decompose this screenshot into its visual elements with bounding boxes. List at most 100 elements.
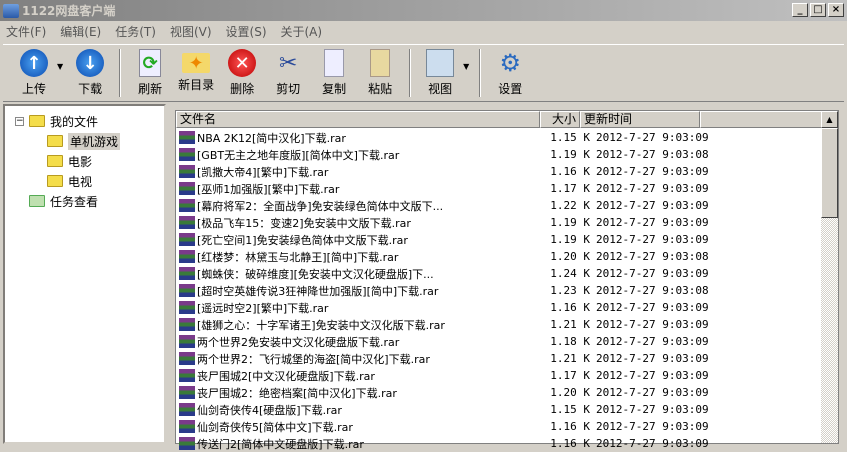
view-label: 视图 bbox=[428, 82, 453, 96]
new-folder-button[interactable]: ✦ 新目录 bbox=[175, 53, 217, 93]
file-row[interactable]: [红楼梦：林黛玉与北静王][简中]下载.rar 1.20 K 2012-7-27 9… bbox=[176, 248, 716, 265]
menu-file[interactable]: 文件(F) bbox=[6, 23, 46, 40]
file-size: 1.15 K bbox=[550, 131, 590, 144]
file-row[interactable]: [GBT无主之地年度版][简体中文]下载.rar 1.19 K 2012-7-27 … bbox=[176, 146, 716, 163]
file-size: 1.20 K bbox=[550, 386, 590, 399]
scroll-thumb[interactable] bbox=[821, 128, 838, 218]
file-time: 2012-7-27 9:03:09 bbox=[596, 165, 709, 178]
menu-view[interactable]: 视图(V) bbox=[170, 23, 212, 40]
download-button[interactable]: ↓ 下载 bbox=[69, 49, 111, 97]
file-name: [红楼梦：林黛玉与北静王][简中]下载.rar bbox=[197, 250, 399, 264]
file-row[interactable]: 仙剑奇侠传4[硬盘版]下载.rar 1.15 K 2012-7-27 9:03:09 bbox=[176, 401, 716, 418]
file-time: 2012-7-27 9:03:09 bbox=[596, 267, 709, 280]
tree-label: 单机游戏 bbox=[68, 132, 121, 150]
view-dropdown-icon[interactable]: ▼ bbox=[463, 62, 469, 71]
column-header-name[interactable]: 文件名 bbox=[176, 111, 540, 128]
menu-settings[interactable]: 设置(S) bbox=[226, 23, 267, 40]
file-size: 1.16 K bbox=[550, 301, 590, 314]
collapse-toggle[interactable]: − bbox=[15, 117, 24, 126]
rar-archive-icon bbox=[179, 403, 195, 416]
paste-button[interactable]: 粘贴 bbox=[359, 49, 401, 97]
folder-icon bbox=[47, 155, 63, 167]
file-time: 2012-7-27 9:03:09 bbox=[596, 318, 709, 331]
cut-button[interactable]: ✂ 剪切 bbox=[267, 49, 309, 97]
copy-button[interactable]: 复制 bbox=[313, 49, 355, 97]
file-time: 2012-7-27 9:03:09 bbox=[596, 131, 709, 144]
file-name: [极品飞车15：变速2]免安装中文版下载.rar bbox=[197, 216, 411, 230]
upload-button[interactable]: ↑ 上传 bbox=[13, 49, 55, 97]
file-row[interactable]: [蜘蛛侠：破碎维度][免安装中文汉化硬盘版]下... 1.24 K 2012-7-2… bbox=[176, 265, 716, 282]
tree-label: 电影 bbox=[68, 154, 93, 169]
tree-item-single-player-games[interactable]: 单机游戏 bbox=[47, 131, 121, 151]
file-size: 1.24 K bbox=[550, 267, 590, 280]
menu-edit[interactable]: 编辑(E) bbox=[60, 23, 101, 40]
file-row[interactable]: 两个世界2免安装中文汉化硬盘版下载.rar 1.18 K 2012-7-27 9:0… bbox=[176, 333, 716, 350]
file-row[interactable]: [极品飞车15：变速2]免安装中文版下载.rar 1.19 K 2012-7-27 … bbox=[176, 214, 716, 231]
menu-about[interactable]: 关于(A) bbox=[281, 23, 323, 40]
tree-item-movies[interactable]: 电影 bbox=[47, 151, 92, 171]
settings-button[interactable]: ⚙ 设置 bbox=[489, 49, 531, 97]
file-row[interactable]: 仙剑奇侠传5[简体中文]下载.rar 1.16 K 2012-7-27 9:03:0… bbox=[176, 418, 716, 435]
list-header: 文件名 大小 更新时间 bbox=[176, 111, 822, 128]
file-row[interactable]: [幕府将军2：全面战争]免安装绿色简体中文版下... 1.22 K 2012-7-2… bbox=[176, 197, 716, 214]
refresh-label: 刷新 bbox=[138, 82, 163, 96]
menu-task[interactable]: 任务(T) bbox=[115, 23, 156, 40]
delete-button[interactable]: ✕ 删除 bbox=[221, 49, 263, 97]
rar-archive-icon bbox=[179, 352, 195, 365]
column-header-time[interactable]: 更新时间 bbox=[580, 111, 700, 128]
new-folder-icon: ✦ bbox=[182, 53, 211, 74]
file-row[interactable]: [死亡空间1]免安装绿色简体中文版下载.rar 1.19 K 2012-7-27 9… bbox=[176, 231, 716, 248]
file-row[interactable]: [雄狮之心：十字军诸王]免安装中文汉化版下载.rar 1.21 K 2012-7-2… bbox=[176, 316, 716, 333]
rar-archive-icon bbox=[179, 318, 195, 331]
file-row[interactable]: [遥远时空2][繁中]下载.rar 1.16 K 2012-7-27 9:03:09 bbox=[176, 299, 716, 316]
file-time: 2012-7-27 9:03:08 bbox=[596, 148, 709, 161]
file-row[interactable]: 丧尸围城2[中文汉化硬盘版]下载.rar 1.17 K 2012-7-27 9:03… bbox=[176, 367, 716, 384]
column-header-size[interactable]: 大小 bbox=[540, 111, 580, 128]
settings-label: 设置 bbox=[498, 82, 523, 96]
file-row[interactable]: 丧尸围城2：绝密档案[简中汉化]下载.rar 1.20 K 2012-7-27 9:… bbox=[176, 384, 716, 401]
file-name: [蜘蛛侠：破碎维度][免安装中文汉化硬盘版]下... bbox=[197, 267, 434, 281]
gear-icon: ⚙ bbox=[499, 49, 522, 77]
tree-item-tv[interactable]: 电视 bbox=[47, 171, 92, 191]
file-time: 2012-7-27 9:03:08 bbox=[596, 284, 709, 297]
cut-label: 剪切 bbox=[276, 82, 301, 96]
file-name: [幕府将军2：全面战争]免安装绿色简体中文版下... bbox=[197, 199, 444, 213]
file-size: 1.21 K bbox=[550, 352, 590, 365]
minimize-button[interactable]: _ bbox=[792, 3, 808, 17]
maximize-button[interactable]: □ bbox=[810, 3, 826, 17]
rar-archive-icon bbox=[179, 267, 195, 280]
file-row[interactable]: [凯撒大帝4][繁中]下载.rar 1.16 K 2012-7-27 9:03:09 bbox=[176, 163, 716, 180]
file-size: 1.19 K bbox=[550, 148, 590, 161]
file-size: 1.17 K bbox=[550, 182, 590, 195]
file-size: 1.17 K bbox=[550, 369, 590, 382]
tree-item-my-files[interactable]: 我的文件 bbox=[29, 111, 98, 131]
file-size: 1.21 K bbox=[550, 318, 590, 331]
tree-label: 电视 bbox=[68, 174, 93, 189]
file-rows: NBA 2K12[简中汉化]下载.rar 1.15 K 2012-7-27 9:03… bbox=[176, 129, 716, 452]
tree-item-tasks[interactable]: 任务查看 bbox=[29, 191, 98, 211]
file-row[interactable]: NBA 2K12[简中汉化]下载.rar 1.15 K 2012-7-27 9:03… bbox=[176, 129, 716, 146]
upload-label: 上传 bbox=[21, 82, 46, 96]
download-label: 下载 bbox=[78, 82, 103, 96]
refresh-button[interactable]: ⟳ 刷新 bbox=[129, 49, 171, 97]
file-row[interactable]: [巫师1加强版][繁中]下载.rar 1.17 K 2012-7-27 9:03:0… bbox=[176, 180, 716, 197]
close-button[interactable]: × bbox=[828, 3, 844, 17]
app-icon bbox=[3, 3, 19, 18]
file-size: 1.16 K bbox=[550, 420, 590, 433]
clipboard-icon bbox=[370, 49, 391, 77]
file-time: 2012-7-27 9:03:09 bbox=[596, 233, 709, 246]
upload-dropdown-icon[interactable]: ▼ bbox=[57, 62, 63, 71]
file-size: 1.18 K bbox=[550, 335, 590, 348]
folder-icon bbox=[47, 175, 63, 187]
scissors-icon: ✂ bbox=[278, 50, 298, 76]
file-name: [超时空英雄传说3狂神降世加强版][简中]下载.rar bbox=[197, 284, 439, 298]
file-time: 2012-7-27 9:03:09 bbox=[596, 335, 709, 348]
file-row[interactable]: [超时空英雄传说3狂神降世加强版][简中]下载.rar 1.23 K 2012-7-… bbox=[176, 282, 716, 299]
window-title: 1122网盘客户端 bbox=[22, 4, 116, 18]
file-row[interactable]: 两个世界2：飞行城堡的海盗[简中汉化]下载.rar 1.21 K 2012-7-27… bbox=[176, 350, 716, 367]
vertical-scrollbar[interactable]: ▲ bbox=[821, 111, 838, 443]
scroll-up-arrow-icon[interactable]: ▲ bbox=[821, 111, 838, 128]
rar-archive-icon bbox=[179, 165, 195, 178]
toolbar: ↑ 上传 ▼ ↓ 下载 ⟳ 刷新 ✦ 新目录 ✕ 删除 ✂ 剪切 复制 粘贴 视图 ▼ ⚙ 设… bbox=[3, 44, 844, 102]
view-button[interactable]: 视图 bbox=[419, 49, 461, 97]
